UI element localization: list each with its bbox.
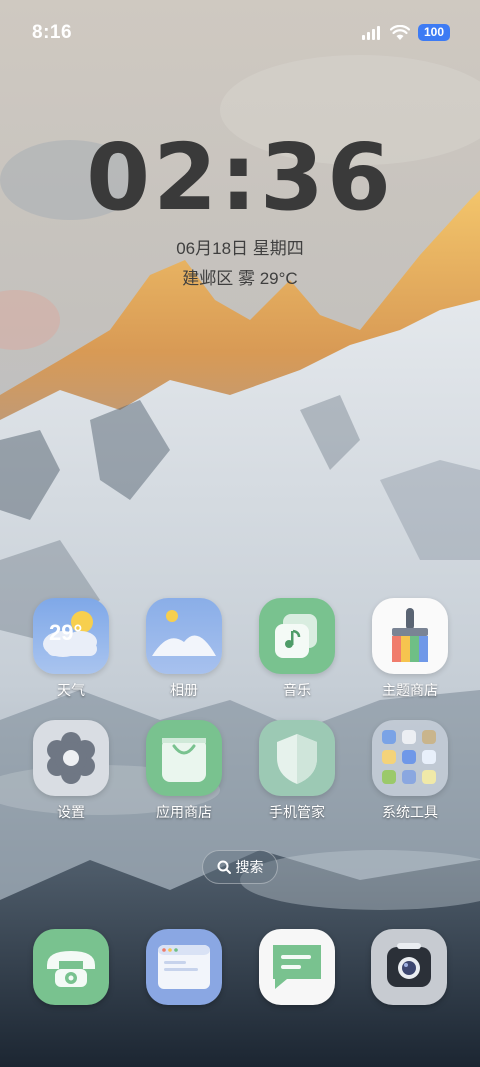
- app-music-label: 音乐: [283, 682, 311, 698]
- settings-icon: [33, 720, 109, 796]
- app-store-icon: [146, 720, 222, 796]
- themes-icon: [372, 598, 448, 674]
- app-settings-label: 设置: [57, 804, 85, 820]
- app-music[interactable]: 音乐: [249, 598, 345, 700]
- status-icons: 100: [361, 24, 450, 41]
- status-bar: 8:16 100: [0, 0, 480, 68]
- search-label: 搜索: [235, 859, 264, 875]
- clock-time[interactable]: 02:36: [0, 128, 480, 228]
- dock-camera[interactable]: [371, 929, 447, 1005]
- browser-icon: [158, 945, 210, 989]
- status-time: 8:16: [32, 22, 73, 43]
- battery-indicator: 100: [417, 24, 450, 41]
- folder-icon: [372, 720, 448, 796]
- signal-icon: [361, 25, 380, 40]
- folder-system-tools-label: 系统工具: [382, 804, 438, 820]
- app-weather[interactable]: 29° 天气: [23, 598, 119, 700]
- phone-icon: [47, 951, 95, 987]
- clock-weather: 建邺区 雾 29°C: [182, 269, 298, 288]
- dock-messages[interactable]: [259, 929, 335, 1005]
- clock-date: 06月18日 星期四: [176, 239, 304, 258]
- app-themes-label: 主题商店: [382, 682, 438, 698]
- dock-browser[interactable]: [146, 929, 222, 1005]
- weather-icon-temp: 29°: [49, 620, 83, 645]
- wifi-icon: [389, 25, 410, 40]
- weather-icon: 29°: [33, 598, 109, 674]
- app-weather-label: 天气: [57, 682, 85, 698]
- app-security[interactable]: 手机管家: [249, 720, 345, 822]
- app-gallery-label: 相册: [170, 682, 198, 698]
- app-settings[interactable]: 设置: [23, 720, 119, 822]
- app-security-label: 手机管家: [269, 804, 325, 820]
- music-icon: [259, 598, 335, 674]
- security-icon: [259, 720, 335, 796]
- camera-icon: [387, 943, 431, 987]
- folder-system-tools[interactable]: 系统工具: [362, 720, 458, 822]
- gallery-icon: [146, 598, 222, 674]
- search-icon: [217, 860, 231, 874]
- app-gallery[interactable]: 相册: [136, 598, 232, 700]
- messages-icon: [273, 945, 321, 989]
- search-button[interactable]: 搜索: [202, 850, 278, 884]
- app-store[interactable]: 应用商店: [136, 720, 232, 822]
- dock-phone[interactable]: [33, 929, 109, 1005]
- app-store-label: 应用商店: [156, 804, 212, 820]
- app-themes[interactable]: 主题商店: [362, 598, 458, 700]
